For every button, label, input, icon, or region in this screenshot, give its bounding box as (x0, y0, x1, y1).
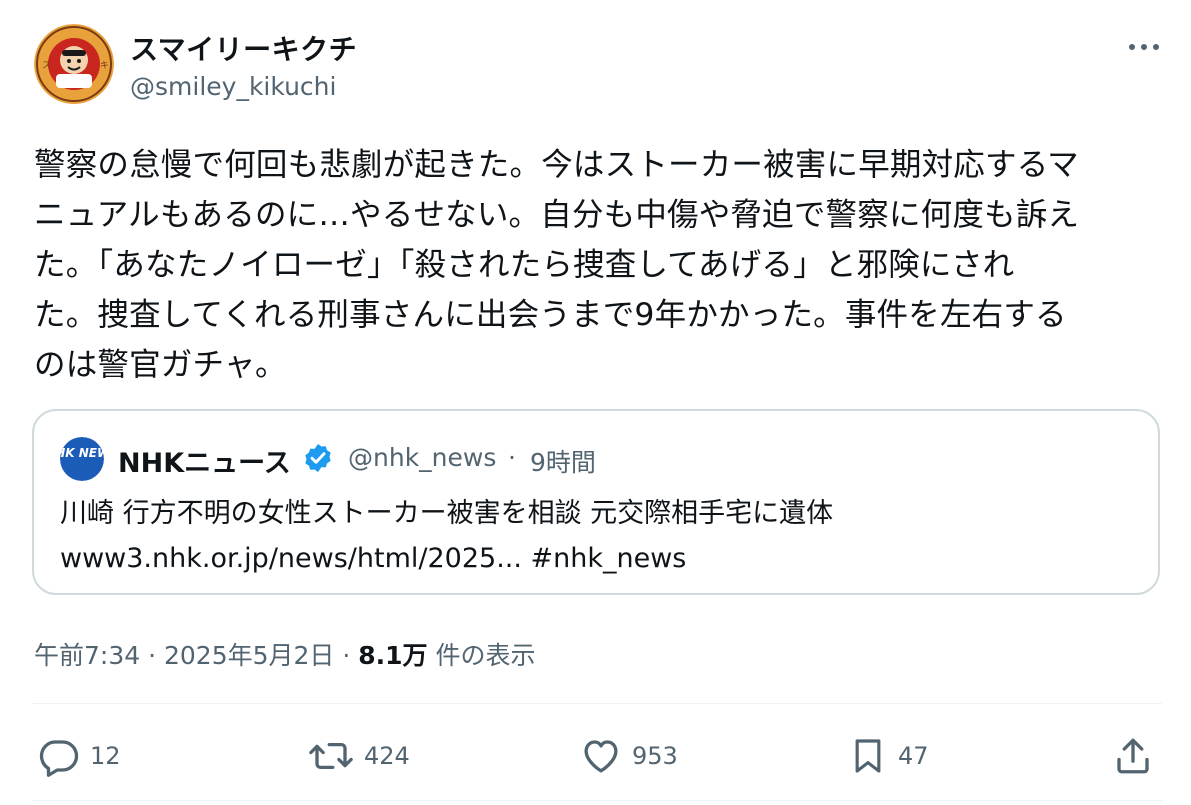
share-button[interactable] (1112, 730, 1154, 782)
svg-text:ス: ス (42, 61, 51, 71)
tweet-time[interactable]: 午前7:34 (34, 641, 140, 670)
quoted-tweet-text: 川崎 行方不明の女性ストーカー被害を相談 元交際相手宅に遺体 www3.nhk.… (60, 498, 834, 574)
divider (32, 703, 1162, 704)
nhk-logo-text: NHK NEWS (60, 446, 104, 460)
quoted-separator: · (508, 443, 516, 472)
like-count: 953 (632, 742, 678, 770)
retweet-button[interactable]: 424 (308, 730, 410, 782)
verified-badge-icon (302, 442, 334, 474)
retweet-icon (308, 735, 354, 777)
tweet-date[interactable]: 2025年5月2日 (164, 641, 334, 670)
quoted-author-avatar: NHK NEWS (60, 437, 104, 481)
tweet-header: ス キ スマイリーキクチ @smiley_kikuchi (34, 22, 1164, 112)
retweet-count: 424 (364, 742, 410, 770)
quoted-author-name: NHKニュース (118, 448, 291, 479)
views-label: 件の表示 (427, 641, 536, 670)
share-icon (1112, 735, 1154, 777)
like-button[interactable]: 953 (580, 730, 678, 782)
more-horizontal-icon[interactable] (1124, 32, 1164, 62)
heart-icon (580, 735, 622, 777)
meta-separator: · (334, 641, 359, 670)
quoted-author-handle: @nhk_news (348, 443, 497, 472)
reply-button[interactable]: 12 (38, 730, 121, 782)
divider (32, 800, 1162, 801)
author-handle[interactable]: @smiley_kikuchi (130, 72, 336, 101)
author-avatar[interactable]: ス キ (34, 24, 114, 104)
bookmark-icon (848, 735, 888, 777)
quoted-timestamp: 9時間 (530, 448, 596, 477)
quoted-tweet-card[interactable]: NHK NEWS NHKニュース @nhk_news · 9時間 川崎 行方不明… (32, 409, 1160, 595)
views-count: 8.1万 (358, 641, 428, 670)
reply-icon (38, 735, 80, 777)
bookmark-count: 47 (898, 742, 929, 770)
reply-count: 12 (90, 742, 121, 770)
bookmark-button[interactable]: 47 (848, 730, 929, 782)
tweet-meta: 午前7:34 · 2025年5月2日 · 8.1万 件の表示 (34, 636, 536, 672)
author-name[interactable]: スマイリーキクチ (130, 28, 357, 68)
action-bar: 12 424 953 47 (32, 730, 1162, 782)
tweet-text: 警察の怠慢で何回も悲劇が起きた。今はストーカー被害に早期対応するマ ニュアルもあ… (34, 147, 1080, 383)
svg-text:キ: キ (100, 61, 109, 71)
meta-separator: · (140, 641, 164, 670)
